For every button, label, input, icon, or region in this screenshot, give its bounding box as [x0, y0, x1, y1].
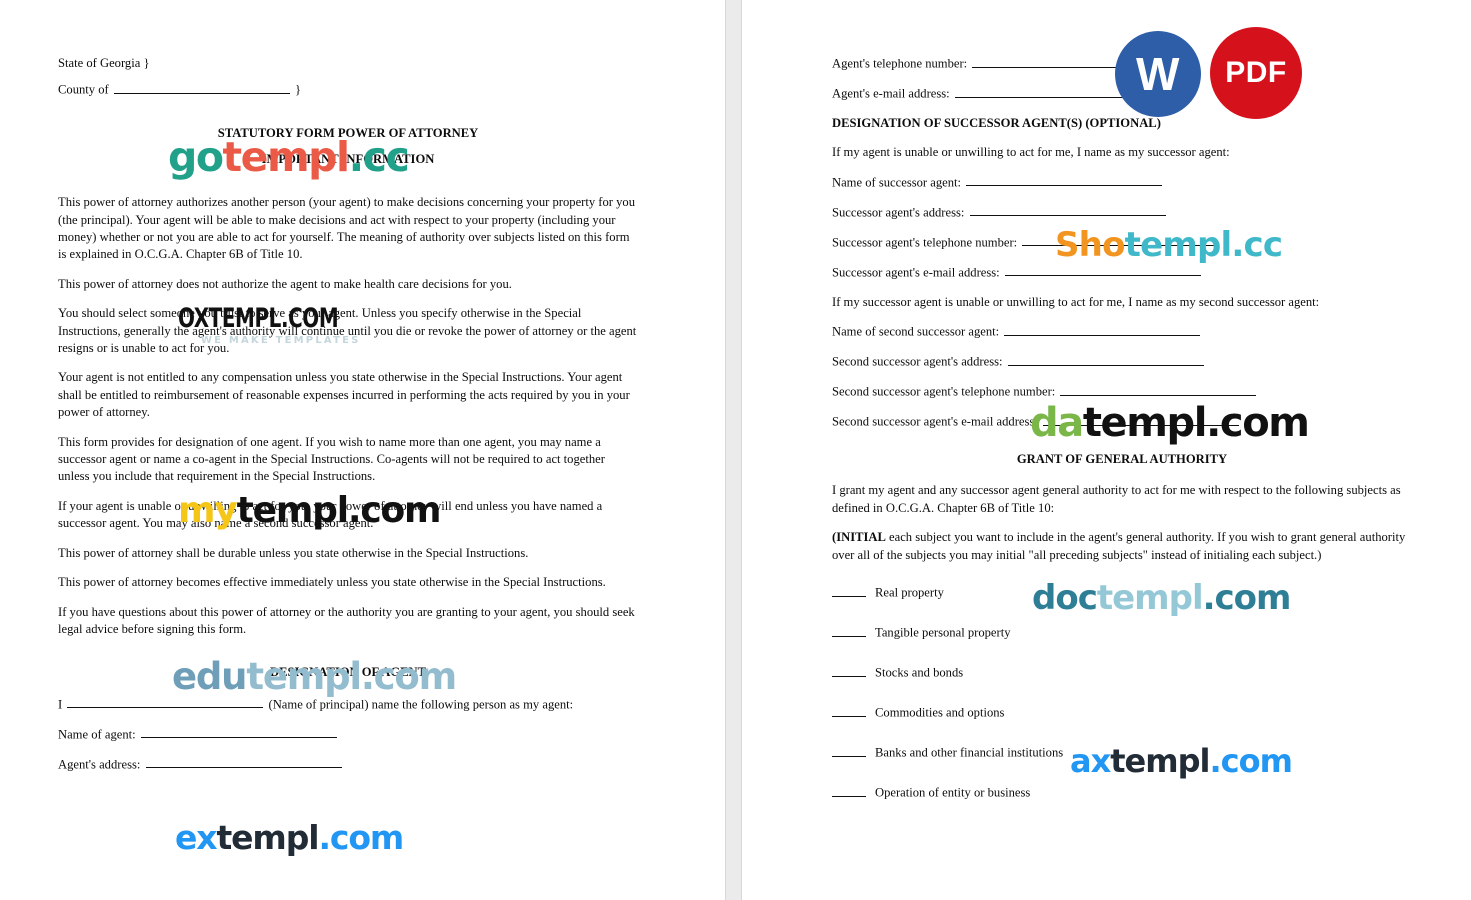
second-email-blank[interactable]	[1042, 413, 1239, 426]
second-address-blank[interactable]	[1007, 353, 1204, 366]
agent-name-blank[interactable]	[140, 726, 337, 739]
paragraph-successor: If your agent is unable or unwilling to …	[58, 498, 603, 531]
successor-email-line: Successor agent's e-mail address:	[832, 264, 1412, 282]
state-line: State of Georgia }	[58, 56, 150, 70]
second-phone-label: Second successor agent's telephone numbe…	[832, 384, 1056, 399]
second-address-label: Second successor agent's address:	[832, 354, 1003, 369]
second-address-line: Second successor agent's address:	[832, 353, 1412, 371]
county-line: County of }	[58, 81, 638, 99]
principal-prefix: I	[58, 697, 63, 712]
grant-subject-label: Commodities and options	[875, 705, 1005, 720]
word-badge-label: W	[1136, 48, 1180, 100]
grant-of-general-authority-heading: GRANT OF GENERAL AUTHORITY	[1016, 452, 1228, 467]
word-format-badge[interactable]: W	[1115, 31, 1201, 117]
successor-address-line: Successor agent's address:	[832, 204, 1412, 222]
grant-subject-item: Stocks and bonds	[832, 664, 1412, 682]
grant-initial-blank[interactable]	[832, 704, 866, 717]
paragraph-intro: This power of attorney authorizes anothe…	[58, 195, 636, 262]
grant-intro: I grant my agent and any successor agent…	[832, 483, 1401, 515]
paragraph-durable: This power of attorney shall be durable …	[58, 545, 529, 560]
agent-name-line: Name of agent:	[58, 726, 638, 744]
grant-initial-blank[interactable]	[832, 744, 866, 757]
grant-subject-label: Stocks and bonds	[875, 665, 964, 680]
second-phone-line: Second successor agent's telephone numbe…	[832, 383, 1412, 401]
agent-address-label: Agent's address:	[58, 757, 141, 772]
principal-suffix: (Name of principal) name the following p…	[268, 697, 574, 712]
successor-name-blank[interactable]	[966, 174, 1163, 187]
initial-instruction-rest: each subject you want to include in the …	[832, 530, 1406, 562]
grant-subject-label: Real property	[875, 585, 944, 600]
grant-subject-label: Banks and other financial institutions	[875, 745, 1064, 760]
second-successor-intro: If my successor agent is unable or unwil…	[832, 294, 1320, 309]
initial-instruction: (INITIAL each subject you want to includ…	[832, 529, 1412, 564]
successor-email-blank[interactable]	[1004, 264, 1201, 277]
successor-name-label: Name of successor agent:	[832, 175, 962, 190]
paragraph-healthcare: This power of attorney does not authoriz…	[58, 276, 512, 291]
pdf-format-badge[interactable]: PDF	[1210, 27, 1302, 119]
county-label: County of	[58, 82, 109, 97]
second-phone-blank[interactable]	[1060, 383, 1257, 396]
successor-name-line: Name of successor agent:	[832, 174, 1412, 192]
document-title: STATUTORY FORM POWER OF ATTORNEY	[217, 126, 479, 141]
paragraph-select-agent: You should select someone you trust to s…	[58, 306, 637, 356]
second-email-line: Second successor agent's e-mail address:	[832, 413, 1412, 431]
paragraph-compensation: Your agent is not entitled to any compen…	[58, 370, 630, 420]
successor-phone-line: Successor agent's telephone number:	[832, 234, 1412, 252]
county-suffix: }	[295, 82, 302, 97]
successor-email-label: Successor agent's e-mail address:	[832, 265, 1000, 280]
second-name-label: Name of second successor agent:	[832, 324, 1000, 339]
agent-phone-label: Agent's telephone number:	[832, 56, 968, 71]
agent-email-label: Agent's e-mail address:	[832, 86, 950, 101]
successor-address-blank[interactable]	[969, 204, 1166, 217]
principal-name-blank[interactable]	[67, 696, 264, 709]
successor-intro: If my agent is unable or unwilling to ac…	[832, 145, 1230, 160]
page-divider	[725, 0, 742, 900]
grant-subject-label: Operation of entity or business	[875, 785, 1031, 800]
left-page-content: State of Georgia } County of } STATUTORY…	[58, 55, 638, 786]
second-name-blank[interactable]	[1004, 323, 1201, 336]
grant-initial-blank[interactable]	[832, 664, 866, 677]
second-name-line: Name of second successor agent:	[832, 323, 1412, 341]
grant-initial-blank[interactable]	[832, 624, 866, 637]
grant-subject-item: Real property	[832, 584, 1412, 602]
designation-of-agent-heading: DESIGNATION OF AGENT	[269, 665, 427, 680]
agent-address-line: Agent's address:	[58, 756, 638, 774]
county-blank[interactable]	[113, 81, 290, 94]
principal-name-line: I (Name of principal) name the following…	[58, 696, 638, 714]
paragraph-effective: This power of attorney becomes effective…	[58, 575, 606, 590]
second-email-label: Second successor agent's e-mail address:	[832, 414, 1038, 429]
document-subtitle: IMPORTANT INFORMATION	[261, 151, 435, 166]
initial-keyword: (INITIAL	[832, 530, 886, 545]
grant-initial-blank[interactable]	[832, 584, 866, 597]
grant-subject-label: Tangible personal property	[875, 625, 1011, 640]
paragraph-one-agent: This form provides for designation of on…	[58, 434, 605, 484]
grant-subject-item: Commodities and options	[832, 704, 1412, 722]
agent-address-blank[interactable]	[145, 756, 342, 769]
right-page-content: Agent's telephone number: Agent's e-mail…	[832, 55, 1412, 824]
pdf-badge-label: PDF	[1225, 56, 1287, 89]
grant-subject-item: Operation of entity or business	[832, 784, 1412, 802]
screenshot-root: State of Georgia } County of } STATUTORY…	[0, 0, 1471, 900]
successor-phone-blank[interactable]	[1022, 234, 1219, 247]
grant-initial-blank[interactable]	[832, 784, 866, 797]
successor-phone-label: Successor agent's telephone number:	[832, 235, 1018, 250]
grant-subject-item: Tangible personal property	[832, 624, 1412, 642]
paragraph-legal-advice: If you have questions about this power o…	[58, 604, 635, 636]
successor-designation-heading: DESIGNATION OF SUCCESSOR AGENT(S) (OPTIO…	[832, 115, 1161, 130]
grant-subject-item: Banks and other financial institutions	[832, 744, 1412, 762]
successor-address-label: Successor agent's address:	[832, 205, 965, 220]
agent-name-label: Name of agent:	[58, 727, 136, 742]
